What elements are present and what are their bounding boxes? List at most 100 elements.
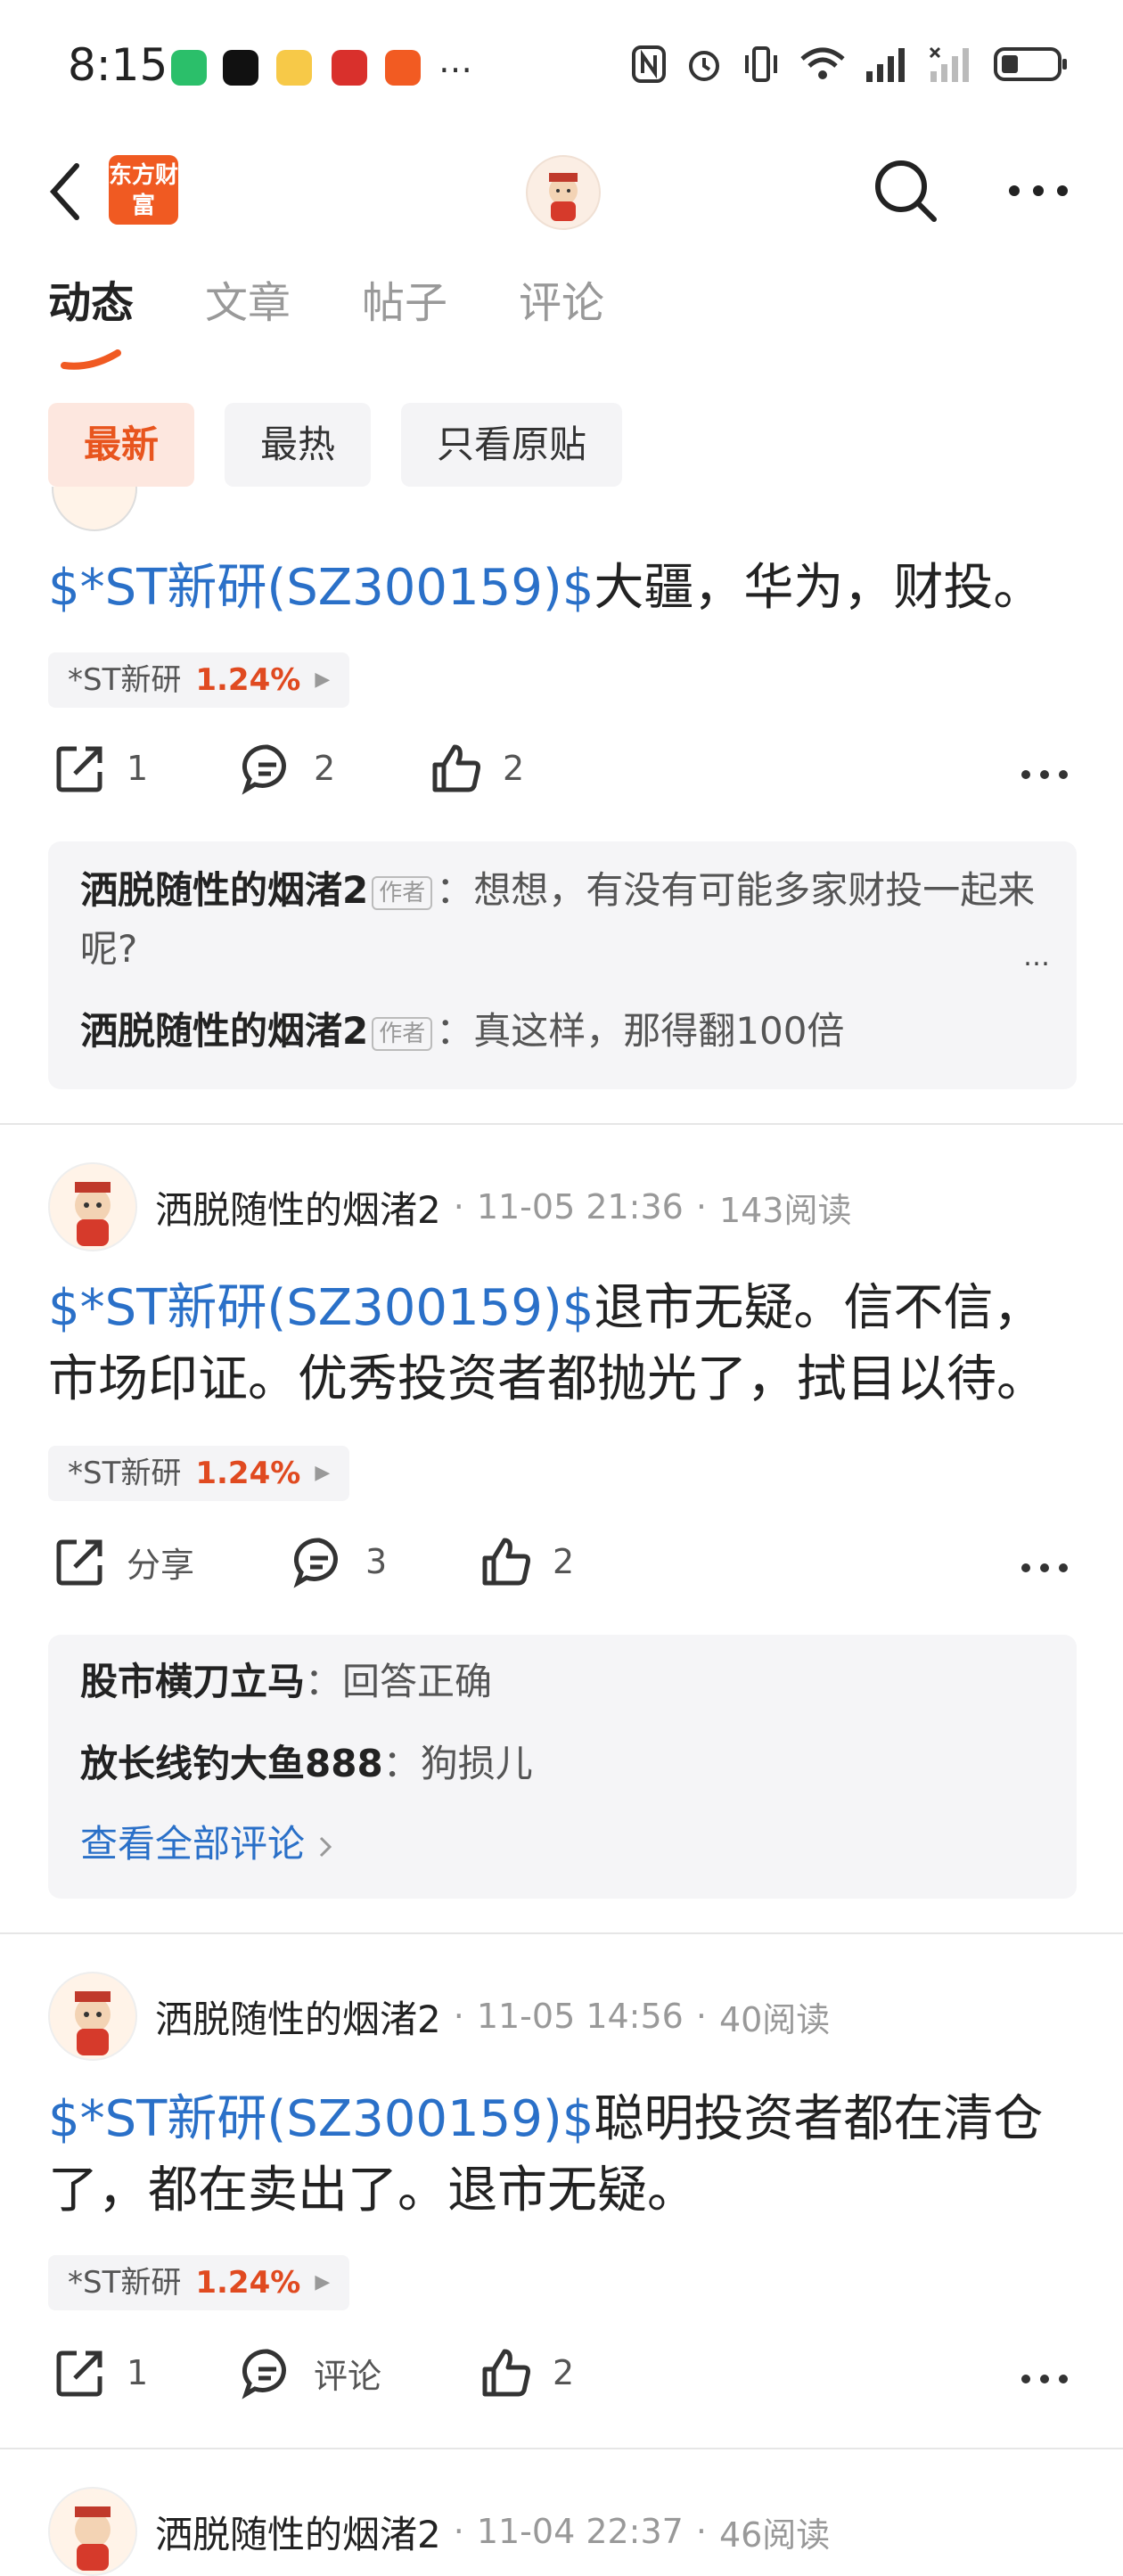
fortune-god-avatar-icon: [75, 1182, 111, 1246]
commenter-name[interactable]: 洒脱随性的烟渚2: [80, 868, 368, 912]
user-avatar[interactable]: [526, 155, 601, 230]
comment-icon: [242, 744, 286, 795]
post-actions: 1 2 2: [48, 742, 1082, 813]
more-menu-icon[interactable]: [1007, 184, 1070, 198]
thumbs-up-icon: [482, 2349, 530, 2397]
fortune-god-avatar-icon: [549, 173, 578, 221]
like-button[interactable]: 2: [480, 1535, 574, 1588]
tab-comments[interactable]: 评论: [519, 267, 604, 330]
post-divider: [0, 1123, 1123, 1125]
comment-text: 真这样，那得翻100倍: [473, 1009, 845, 1053]
filter-hot[interactable]: 最热: [225, 403, 372, 487]
post-more-icon[interactable]: [1020, 1562, 1070, 1574]
share-button[interactable]: 1: [53, 742, 148, 795]
stock-tag[interactable]: *ST新研 1.24% ▶: [48, 2255, 350, 2310]
post-more-icon[interactable]: [1020, 768, 1070, 781]
stock-tag-change: 1.24%: [195, 662, 301, 698]
more-notifications-icon: …: [439, 41, 472, 80]
filter-latest[interactable]: 最新: [48, 403, 195, 487]
signal-icon: [866, 48, 905, 82]
separator-dot: ·: [695, 2512, 707, 2551]
like-count: 2: [553, 2353, 575, 2392]
comment-label: 评论: [314, 2356, 382, 2396]
signal-weak-icon: [929, 46, 969, 82]
author-badge: 作者: [372, 875, 433, 910]
comment-preview[interactable]: 股市横刀立马：回答正确 放长线钓大鱼888：狗损儿 查看全部评论: [48, 1635, 1077, 1899]
share-button[interactable]: 1: [53, 2346, 148, 2400]
stock-tag[interactable]: *ST新研 1.24% ▶: [48, 652, 350, 708]
comment-item: 洒脱随性的烟渚2 作者 ：真这样，那得翻100倍: [80, 1009, 845, 1053]
comment-button[interactable]: 评论: [241, 2346, 381, 2400]
share-icon: [56, 746, 102, 792]
stock-link[interactable]: $*ST新研(SZ300159)$: [48, 2090, 594, 2148]
author-name[interactable]: 洒脱随性的烟渚2: [155, 2505, 441, 2559]
status-time: 8:15: [68, 39, 168, 91]
fortune-god-avatar-icon: [75, 2506, 111, 2571]
tab-posts[interactable]: 帖子: [362, 267, 447, 330]
tab-articles[interactable]: 文章: [205, 267, 291, 330]
stock-tag[interactable]: *ST新研 1.24% ▶: [48, 1446, 350, 1501]
tab-dynamics[interactable]: 动态: [48, 267, 134, 330]
author-name[interactable]: 洒脱随性的烟渚2: [155, 1989, 441, 2044]
comment-text: 狗损儿: [420, 1742, 533, 1785]
share-button[interactable]: 分享: [53, 1535, 194, 1588]
post-divider: [0, 2448, 1123, 2449]
expand-more-icon[interactable]: …: [1023, 941, 1050, 972]
status-bar: 8:15 …: [0, 0, 1123, 134]
avatar[interactable]: [48, 1972, 137, 2061]
wifi-icon: [800, 47, 845, 79]
profile-tabs: 动态 文章 帖子 评论: [48, 267, 604, 330]
view-all-comments-label: 查看全部评论: [80, 1822, 306, 1866]
like-button[interactable]: 2: [430, 742, 524, 795]
like-count: 2: [553, 1542, 575, 1581]
thumbs-up-icon: [482, 1538, 530, 1586]
post-body[interactable]: $*ST新研(SZ300159)$退市无疑。信不信，市场印证。优秀投资者都抛光了…: [48, 1273, 1082, 1415]
vibrate-icon: [745, 46, 777, 82]
post-body[interactable]: $*ST新研(SZ300159)$大疆，华为，财投。: [48, 553, 1082, 624]
play-arrow-icon: ▶: [315, 669, 331, 691]
post-body[interactable]: $*ST新研(SZ300159)$聪明投资者都在清仓了，都在卖出了。退市无疑。: [48, 2084, 1082, 2227]
play-arrow-icon: ▶: [315, 1462, 331, 1484]
author-badge: 作者: [372, 1016, 433, 1051]
chevron-right-icon: [320, 1836, 332, 1857]
avatar[interactable]: [48, 1162, 137, 1251]
separator-dot: ·: [453, 1187, 464, 1226]
separator-dot: ·: [453, 1997, 464, 2036]
view-all-comments-link[interactable]: 查看全部评论: [80, 1815, 1043, 1874]
filter-original-only[interactable]: 只看原贴: [401, 403, 623, 487]
app-notification-icon: [276, 50, 312, 86]
app-logo: 东方财富: [109, 155, 178, 225]
play-arrow-icon: ▶: [315, 2271, 331, 2293]
post-meta: 洒脱随性的烟渚2 · 11-05 21:36 · 143阅读: [48, 1162, 851, 1251]
stock-tag-change: 1.24%: [195, 2265, 301, 2301]
post-more-icon[interactable]: [1020, 2373, 1070, 2385]
comment-preview[interactable]: 洒脱随性的烟渚2 作者 ：想想，有没有可能多家财投一起来呢? … 洒脱随性的烟渚2 作…: [48, 841, 1077, 1089]
avatar[interactable]: [48, 2487, 137, 2576]
stock-tag-name: *ST新研: [68, 2265, 182, 2301]
comment-item: 股市横刀立马：回答正确: [80, 1660, 493, 1703]
author-name[interactable]: 洒脱随性的烟渚2: [155, 1180, 441, 1235]
stock-link[interactable]: $*ST新研(SZ300159)$: [48, 559, 594, 617]
post-time: 11-05 14:56: [476, 1997, 684, 2036]
comment-item: 放长线钓大鱼888：狗损儿: [80, 1742, 533, 1785]
like-button[interactable]: 2: [480, 2346, 574, 2400]
like-count: 2: [503, 749, 525, 788]
post-text: 大疆，华为，财投。: [594, 559, 1044, 617]
back-icon[interactable]: [48, 160, 84, 223]
stock-tag-name: *ST新研: [68, 1456, 182, 1491]
comment-button[interactable]: 3: [292, 1535, 387, 1588]
avatar[interactable]: [52, 487, 137, 531]
top-nav: 东方财富: [0, 134, 1123, 250]
stock-tag-change: 1.24%: [195, 1456, 301, 1491]
comment-icon: [242, 2349, 286, 2400]
post-time: 11-04 22:37: [476, 2512, 684, 2551]
share-icon: [56, 1539, 102, 1586]
commenter-name[interactable]: 股市横刀立马: [80, 1660, 305, 1703]
stock-link[interactable]: $*ST新研(SZ300159)$: [48, 1279, 594, 1337]
commenter-name[interactable]: 洒脱随性的烟渚2: [80, 1009, 368, 1053]
read-count: 46阅读: [718, 2514, 831, 2555]
comment-button[interactable]: 2: [241, 742, 335, 795]
comment-text: 回答正确: [342, 1660, 493, 1703]
commenter-name[interactable]: 放长线钓大鱼888: [80, 1742, 383, 1785]
search-icon[interactable]: [872, 157, 939, 225]
